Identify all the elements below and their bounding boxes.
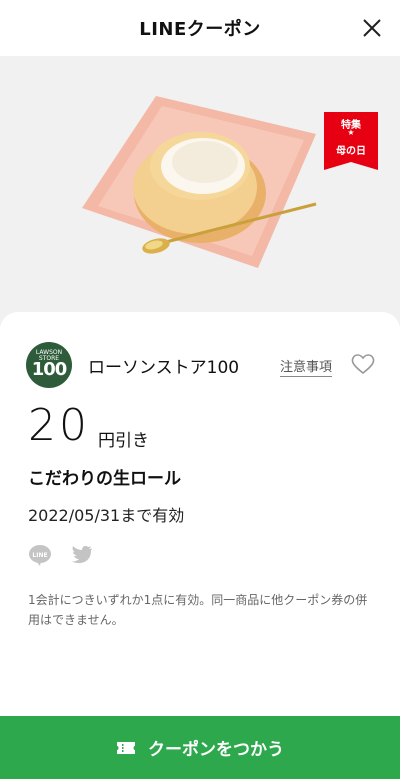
header-title: LINEクーポン	[139, 19, 261, 40]
coupon-card: LAWSON STORE 100 ローソンストア100 注意事項 20 円引き …	[0, 312, 400, 779]
ribbon-star: ★	[347, 128, 355, 137]
feature-ribbon: 特集 ★ 母の日	[324, 112, 378, 170]
store-row: LAWSON STORE 100 ローソンストア100 注意事項	[26, 342, 376, 388]
app-header: LINEクーポン	[0, 0, 400, 56]
logo-number: 100	[31, 359, 68, 380]
validity-date: 2022/05/31まで有効	[28, 506, 185, 525]
roll-cake-photo	[0, 56, 400, 346]
notes-link[interactable]: 注意事項	[280, 356, 333, 377]
twitter-icon[interactable]	[70, 544, 94, 566]
ticket-icon	[117, 741, 135, 754]
line-icon[interactable]: LINE	[28, 544, 52, 566]
terms-text: 1会計につきいずれか1点に有効。同一商品に他クーポン券の併用はできません。	[28, 593, 368, 627]
store-logo: LAWSON STORE 100	[26, 342, 72, 388]
discount-value: 20	[28, 400, 90, 451]
heart-icon[interactable]	[350, 352, 376, 376]
svg-text:LINE: LINE	[32, 552, 47, 559]
discount-unit: 円引き	[98, 431, 149, 451]
close-icon[interactable]	[358, 14, 386, 42]
product-name: こだわりの生ロール	[28, 469, 181, 489]
store-name: ローソンストア100	[88, 358, 240, 378]
use-coupon-label: クーポンをつかう	[148, 740, 284, 760]
use-coupon-button[interactable]: クーポンをつかう	[0, 716, 400, 779]
ribbon-bottom-label: 母の日	[336, 146, 366, 157]
hero-image: 特集 ★ 母の日	[0, 56, 400, 346]
